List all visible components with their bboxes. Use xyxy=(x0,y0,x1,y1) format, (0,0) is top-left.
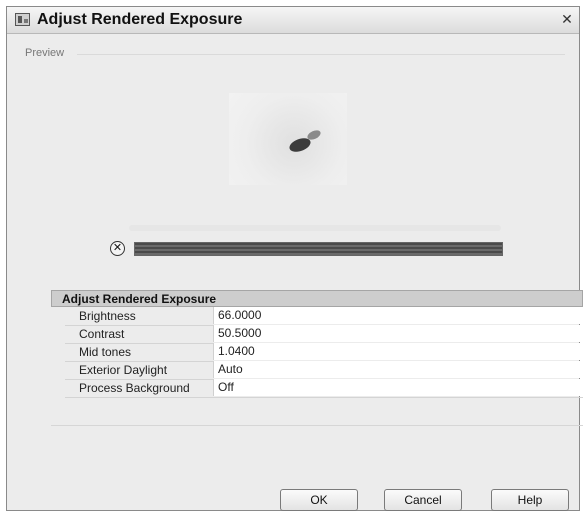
exposure-properties-panel: Adjust Rendered Exposure Brightness 66.0… xyxy=(51,290,583,445)
render-progress-bar xyxy=(134,242,503,256)
panel-header[interactable]: Adjust Rendered Exposure xyxy=(51,290,583,307)
title-bar[interactable]: Adjust Rendered Exposure ✕ xyxy=(7,7,579,34)
panel-divider xyxy=(51,425,583,426)
preview-scroll-track[interactable] xyxy=(129,225,501,231)
property-label: Process Background xyxy=(79,381,190,395)
close-icon[interactable]: ✕ xyxy=(559,11,575,27)
property-row-contrast[interactable]: Contrast 50.5000 xyxy=(65,325,583,344)
process-background-field[interactable]: Off xyxy=(213,379,583,396)
panel-title: Adjust Rendered Exposure xyxy=(62,292,217,306)
contrast-field[interactable]: 50.5000 xyxy=(213,325,583,342)
cancel-render-icon[interactable]: ✕ xyxy=(110,241,125,256)
ok-button[interactable]: OK xyxy=(280,489,358,511)
property-row-brightness[interactable]: Brightness 66.0000 xyxy=(65,307,583,326)
dialog-title: Adjust Rendered Exposure xyxy=(37,11,243,28)
property-row-exterior-daylight[interactable]: Exterior Daylight Auto xyxy=(65,361,583,380)
property-label: Mid tones xyxy=(79,345,132,359)
render-progress-fill xyxy=(135,243,502,255)
exterior-daylight-field[interactable]: Auto xyxy=(213,361,583,378)
help-button[interactable]: Help xyxy=(491,489,569,511)
preview-image xyxy=(229,93,347,185)
mid-tones-field[interactable]: 1.0400 xyxy=(213,343,583,360)
brightness-field[interactable]: 66.0000 xyxy=(213,307,583,324)
property-row-process-background[interactable]: Process Background Off xyxy=(65,379,583,398)
adjust-rendered-exposure-dialog: Adjust Rendered Exposure ✕ Preview ✕ Adj… xyxy=(6,6,583,511)
property-label: Contrast xyxy=(79,327,125,341)
preview-divider xyxy=(77,54,565,55)
preview-label: Preview xyxy=(25,47,65,59)
property-label: Brightness xyxy=(79,309,136,323)
property-label: Exterior Daylight xyxy=(79,363,168,377)
property-row-mid-tones[interactable]: Mid tones 1.0400 xyxy=(65,343,583,362)
preview-object-highlight xyxy=(305,128,323,142)
cancel-button[interactable]: Cancel xyxy=(384,489,462,511)
app-window-icon xyxy=(15,13,30,26)
